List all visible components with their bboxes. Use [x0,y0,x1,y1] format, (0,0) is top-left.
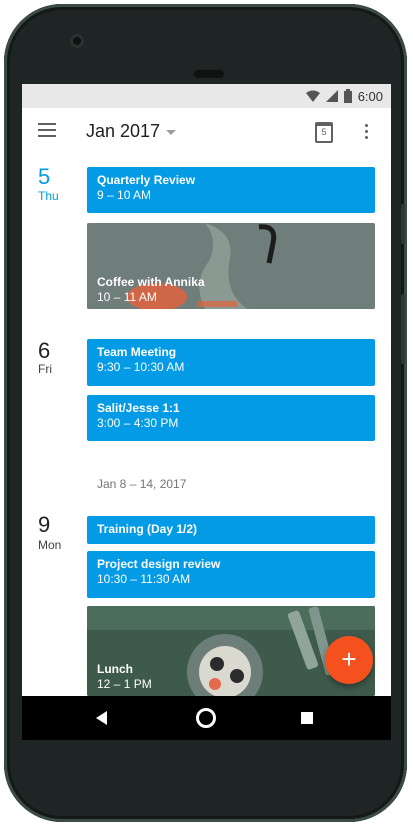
today-icon[interactable]: 5 [315,122,333,143]
day-weekday: Thu [38,189,59,203]
status-time: 6:00 [357,88,383,104]
status-bar: 6:00 [22,84,391,108]
event-time: 10:30 – 11:30 AM [97,572,191,586]
event-card[interactable]: Quarterly Review 9 – 10 AM [87,167,375,213]
event-label: Lunch 12 – 1 PM [97,662,152,692]
menu-icon[interactable] [38,123,56,137]
signal-icon [325,90,338,102]
back-icon[interactable] [96,711,107,725]
event-title: Salit/Jesse 1:1 [97,401,180,415]
day-weekday: Fri [38,362,52,376]
app-bar: Jan 2017 5 [22,108,391,156]
wifi-icon [305,90,320,102]
week-range-divider: Jan 8 – 14, 2017 [97,477,187,491]
event-title: Quarterly Review [97,173,196,187]
add-event-button[interactable]: + [325,636,373,684]
status-icons: 6:00 [305,88,383,104]
earpiece-speaker [194,70,224,78]
event-title: Training (Day 1/2) [97,522,198,536]
day-number: 5 [38,164,51,189]
day-weekday: Mon [38,538,62,552]
event-time: 9 – 10 AM [97,188,152,202]
add-icon: + [341,644,357,674]
power-button [401,204,405,244]
recents-icon[interactable] [301,712,313,724]
event-card[interactable]: Project design review 10:30 – 11:30 AM [87,551,375,598]
navigation-bar [22,696,391,740]
event-title: Lunch [97,662,133,676]
event-card-photo[interactable]: Coffee with Annika 10 – 11 AM [87,223,375,309]
event-card[interactable]: Team Meeting 9:30 – 10:30 AM [87,339,375,386]
dropdown-icon[interactable] [166,130,176,135]
event-title: Project design review [97,557,221,571]
battery-icon [343,89,352,103]
schedule-list[interactable]: 5 Thu Quarterly Review 9 – 10 AM Coffee … [22,156,391,696]
event-card[interactable]: Salit/Jesse 1:1 3:00 – 4:30 PM [87,395,375,441]
event-title: Team Meeting [97,345,177,359]
day-number: 6 [38,338,51,363]
front-camera [70,34,84,48]
home-icon[interactable] [196,708,216,728]
screen: 6:00 Jan 2017 5 5 Thu Quarterly Review 9… [22,84,391,696]
event-time: 3:00 – 4:30 PM [97,416,179,430]
event-time: 10 – 11 AM [97,290,157,304]
today-date: 5 [321,127,327,137]
event-title: Coffee with Annika [97,275,205,289]
day-number: 9 [38,512,51,537]
month-title[interactable]: Jan 2017 [86,121,160,142]
volume-button [401,294,405,364]
more-vert-icon[interactable] [365,124,369,142]
event-time: 12 – 1 PM [97,677,152,691]
event-label: Coffee with Annika 10 – 11 AM [97,275,205,305]
event-time: 9:30 – 10:30 AM [97,360,185,374]
event-card[interactable]: Training (Day 1/2) [87,516,375,544]
